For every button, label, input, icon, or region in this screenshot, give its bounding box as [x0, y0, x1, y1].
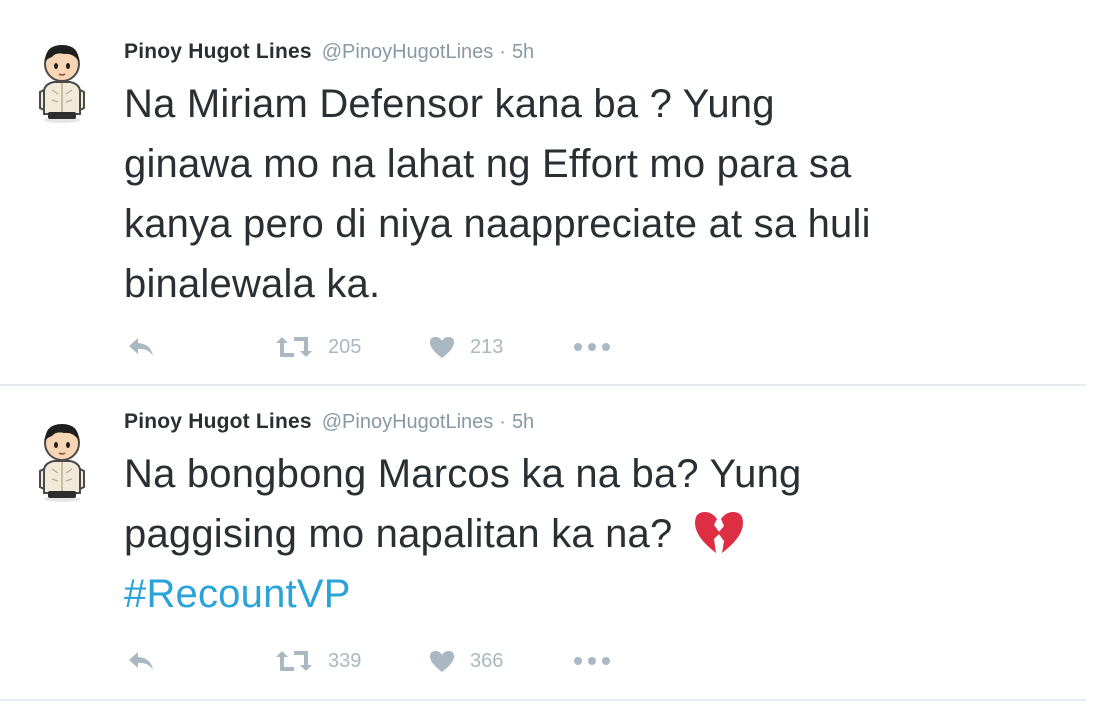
- like-button[interactable]: 213: [428, 332, 503, 362]
- retweet-button[interactable]: 339: [274, 646, 361, 676]
- tweet-text-line: Na Miriam Defensor kana ba ? Yung: [124, 82, 775, 126]
- tweet-text: Na Miriam Defensor kana ba ? Yung ginawa…: [124, 74, 1064, 314]
- retweet-icon: [276, 651, 312, 671]
- reply-button[interactable]: [126, 332, 156, 362]
- separator: ·: [499, 411, 506, 433]
- tweet-text-segment: paggising mo napalitan ka na?: [124, 512, 673, 556]
- tweet-text: Na bongbong Marcos ka na ba? Yung paggis…: [124, 444, 1064, 624]
- tweet-actions: 205 213: [124, 332, 644, 362]
- retweet-count: 339: [328, 649, 362, 672]
- tweet-text-line: binalewala ka.: [124, 262, 381, 306]
- more-icon: [574, 343, 610, 351]
- reply-button[interactable]: [126, 646, 156, 676]
- tweet-text-line-with-emoji: paggising mo napalitan ka na?: [124, 504, 1064, 564]
- avatar-image: [39, 424, 85, 502]
- user-handle[interactable]: @PinoyHugotLines: [322, 41, 494, 63]
- like-count: 366: [470, 649, 504, 672]
- user-name[interactable]: Pinoy Hugot Lines: [124, 410, 312, 433]
- avatar[interactable]: [34, 419, 90, 503]
- retweet-count: 205: [328, 335, 362, 358]
- user-handle[interactable]: @PinoyHugotLines: [322, 411, 494, 433]
- heart-icon: [430, 337, 454, 358]
- more-icon: [574, 657, 610, 665]
- heart-icon: [430, 651, 454, 672]
- tweet-header: Pinoy Hugot Lines @PinoyHugotLines · 5h: [124, 38, 534, 66]
- broken-heart-icon: [694, 512, 743, 553]
- timestamp[interactable]: 5h: [512, 41, 534, 63]
- reply-icon: [129, 338, 153, 356]
- retweet-button[interactable]: 205: [274, 332, 361, 362]
- tweet[interactable]: Pinoy Hugot Lines @PinoyHugotLines · 5h Na …: [0, 0, 1120, 385]
- tweet-text-line: ginawa mo na lahat ng Effort mo para sa: [124, 142, 852, 186]
- user-name[interactable]: Pinoy Hugot Lines: [124, 40, 312, 63]
- tweet-header: Pinoy Hugot Lines @PinoyHugotLines · 5h: [124, 408, 534, 436]
- tweet-text-line: Na bongbong Marcos ka na ba? Yung: [124, 452, 802, 496]
- tweet-text-line: kanya pero di niya naappreciate at sa hu…: [124, 202, 871, 246]
- timestamp[interactable]: 5h: [512, 411, 534, 433]
- more-button[interactable]: [572, 332, 612, 362]
- avatar[interactable]: [34, 40, 90, 124]
- tweet[interactable]: Pinoy Hugot Lines @PinoyHugotLines · 5h Na …: [0, 386, 1120, 700]
- avatar-image: [39, 45, 85, 123]
- retweet-icon: [276, 337, 312, 357]
- tweet-actions: 339 366: [124, 646, 644, 676]
- like-button[interactable]: 366: [428, 646, 503, 676]
- reply-icon: [129, 652, 153, 670]
- more-button[interactable]: [572, 646, 612, 676]
- separator: ·: [499, 41, 506, 63]
- divider: [0, 699, 1086, 701]
- hashtag-link[interactable]: #RecountVP: [124, 564, 1064, 624]
- like-count: 213: [470, 335, 504, 358]
